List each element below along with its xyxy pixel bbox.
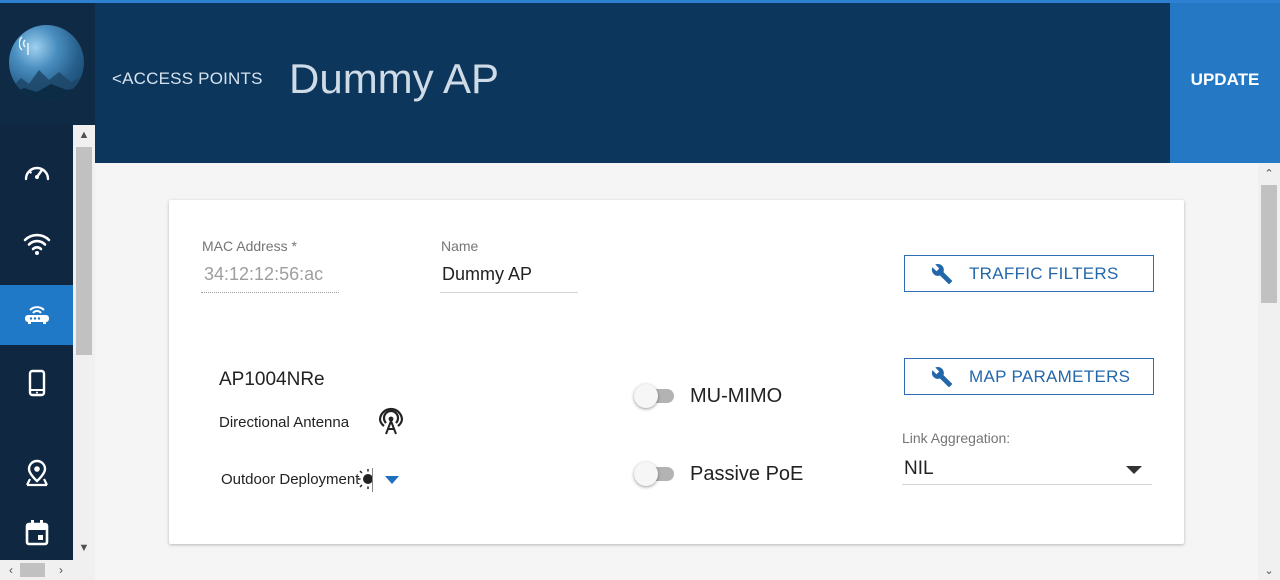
sidebar-nav <box>0 125 73 560</box>
sidebar-scrollbar[interactable]: ▲ ▼ <box>73 125 95 560</box>
update-button[interactable]: UPDATE <box>1170 0 1280 163</box>
wifi-icon <box>23 233 50 255</box>
traffic-filters-label: TRAFFIC FILTERS <box>969 263 1119 283</box>
phone-icon <box>28 369 45 397</box>
scroll-down-arrow-icon[interactable]: ▼ <box>73 538 95 558</box>
nav-item-access-points[interactable] <box>0 285 73 345</box>
top-accent-line <box>0 0 1280 3</box>
nav-item-wireless[interactable] <box>0 213 73 273</box>
nav-item-devices[interactable] <box>0 353 73 413</box>
directional-antenna-label: Directional Antenna <box>219 414 350 431</box>
calendar-icon <box>25 520 48 546</box>
main-scroll-thumb[interactable] <box>1261 185 1277 303</box>
nav-item-maps[interactable] <box>0 443 73 503</box>
main-scroll-up-arrow-icon[interactable]: ⌃ <box>1258 163 1280 183</box>
toggle-knob <box>634 384 658 408</box>
app-logo[interactable] <box>9 25 84 100</box>
sidebar: ▲ ▼ ‹ › <box>0 0 95 580</box>
antenna-icon <box>378 407 404 435</box>
signal-waves-icon <box>19 36 29 55</box>
passive-poe-label: Passive PoE <box>690 463 804 485</box>
link-aggregation-underline <box>902 484 1152 485</box>
sidebar-horizontal-scrollbar[interactable]: ‹ › <box>0 560 95 580</box>
sidebar-scroll-thumb[interactable] <box>76 147 92 355</box>
scroll-left-arrow-icon[interactable]: ‹ <box>2 560 20 580</box>
dropdown-divider <box>372 468 373 492</box>
passive-poe-toggle[interactable] <box>634 460 678 488</box>
update-button-label: UPDATE <box>1190 69 1260 89</box>
wrench-icon <box>931 263 953 284</box>
page-title: Dummy AP <box>289 55 500 102</box>
horizontal-scroll-thumb[interactable] <box>20 563 45 577</box>
map-parameters-label: MAP PARAMETERS <box>969 366 1131 386</box>
chevron-down-icon[interactable] <box>1126 466 1142 474</box>
router-icon <box>24 306 49 324</box>
mac-address-field: 34:12:12:56:ac <box>204 264 324 284</box>
ap-model-name: AP1004NRe <box>219 369 325 390</box>
link-aggregation-label: Link Aggregation: <box>902 430 1011 446</box>
map-parameters-button[interactable]: MAP PARAMETERS <box>904 358 1154 395</box>
name-label: Name <box>441 238 479 254</box>
scroll-right-arrow-icon[interactable]: › <box>52 560 70 580</box>
sun-icon <box>358 469 373 489</box>
nav-item-dashboard[interactable] <box>0 143 73 203</box>
main-scrollbar[interactable]: ⌃ ⌄ <box>1258 163 1280 580</box>
mu-mimo-toggle[interactable] <box>634 382 678 410</box>
mu-mimo-label: MU-MIMO <box>690 385 783 407</box>
access-point-form-card: MAC Address * 34:12:12:56:ac Name Dummy … <box>169 200 1184 544</box>
wrench-icon <box>931 366 953 387</box>
mountain-graphic <box>9 70 84 100</box>
link-aggregation-select[interactable]: NIL <box>904 458 934 480</box>
scroll-up-arrow-icon[interactable]: ▲ <box>73 125 95 145</box>
back-to-access-points-link[interactable]: <ACCESS POINTS <box>112 69 263 89</box>
name-field[interactable]: Dummy AP <box>442 264 532 285</box>
outdoor-deployment-label: Outdoor Deployment <box>221 471 360 488</box>
mac-address-underline <box>201 292 339 293</box>
nav-item-schedule[interactable] <box>0 513 73 553</box>
name-underline <box>440 292 578 293</box>
page-header: <ACCESS POINTS Dummy AP <box>95 0 1170 163</box>
speedometer-icon <box>24 166 49 181</box>
mac-address-label: MAC Address * <box>202 238 297 254</box>
map-marker-icon <box>25 459 48 487</box>
traffic-filters-button[interactable]: TRAFFIC FILTERS <box>904 255 1154 292</box>
toggle-knob <box>634 462 658 486</box>
outdoor-deployment-dropdown-arrow-icon[interactable] <box>385 476 399 484</box>
main-scroll-down-arrow-icon[interactable]: ⌄ <box>1258 560 1280 580</box>
